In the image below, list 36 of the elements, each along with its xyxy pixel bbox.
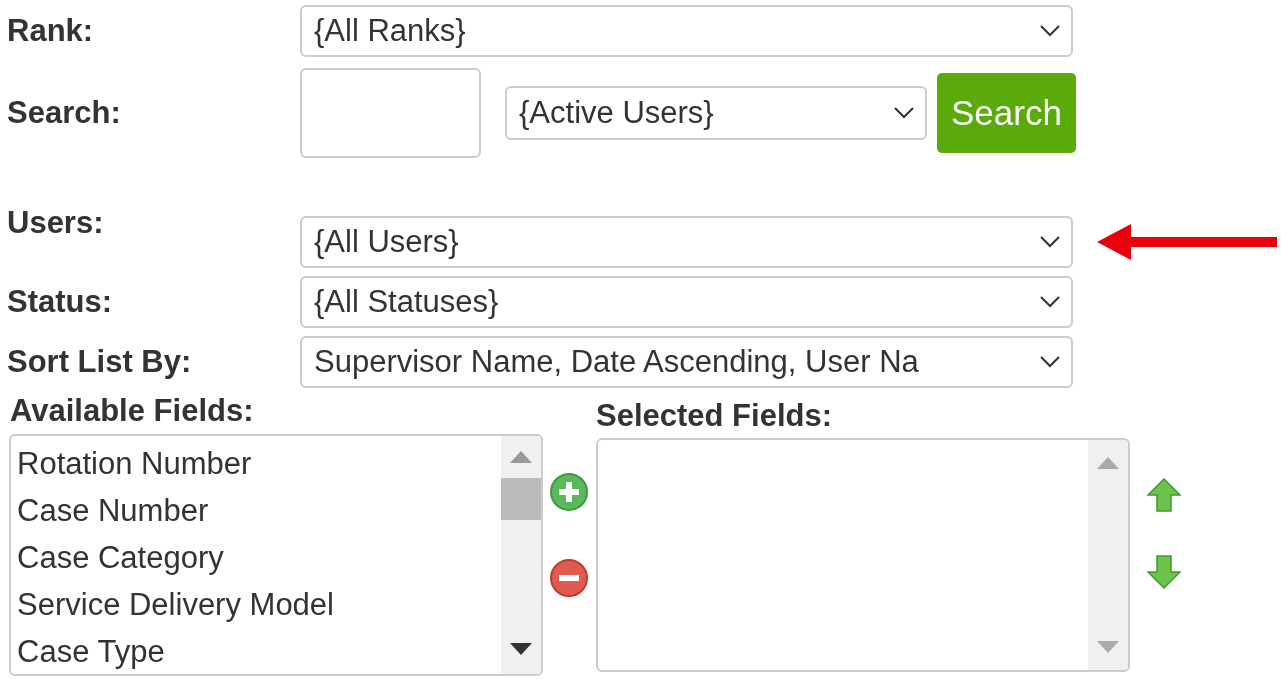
field-label: Rank: [6, 13, 95, 49]
field-label: Status: [6, 284, 114, 320]
chevron-icon [1039, 235, 1061, 249]
list-item[interactable]: Rotation Number [17, 440, 495, 487]
scrollbar[interactable] [501, 436, 541, 674]
list-item[interactable]: Case Category [17, 534, 495, 581]
chevron-icon [1039, 295, 1061, 309]
field-label: Selected Fields: [596, 398, 833, 433]
scroll-up-icon[interactable] [1096, 456, 1120, 470]
sort-select[interactable]: Supervisor Name, Date Ascending, User Na [300, 336, 1073, 388]
chevron-icon [1039, 24, 1061, 38]
selected-fields-list[interactable] [596, 438, 1130, 672]
users-select[interactable]: {All Users} [300, 216, 1073, 268]
chevron-icon [1039, 355, 1061, 369]
remove-icon[interactable] [549, 558, 589, 598]
available-fields-list[interactable]: Rotation Number Case Number Case Category Service Delivery Model Case Type [9, 434, 543, 676]
chevron-icon [893, 106, 915, 120]
field-label: Users: [6, 205, 105, 241]
add-icon[interactable] [549, 472, 589, 512]
list-item[interactable]: Case Number [17, 487, 495, 534]
scrollbar[interactable] [1088, 440, 1128, 670]
scroll-up-icon[interactable] [509, 450, 533, 464]
status-select[interactable]: {All Statuses} [300, 276, 1073, 328]
list-item[interactable]: Service Delivery Model [17, 581, 495, 628]
scrollbar-thumb[interactable] [501, 478, 541, 520]
search-field[interactable] [300, 68, 481, 158]
scope-select[interactable]: {Active Users} [505, 86, 927, 140]
arrow-icon [1097, 222, 1277, 262]
move-down-icon[interactable] [1147, 555, 1181, 589]
rank-select[interactable]: {All Ranks} [300, 5, 1073, 57]
field-label: Search: [6, 95, 122, 131]
field-label: Available Fields: [10, 393, 254, 428]
field-label: Sort List By: [6, 344, 193, 380]
move-up-icon[interactable] [1147, 478, 1181, 512]
list-item[interactable]: Case Type [17, 628, 495, 674]
scroll-down-icon[interactable] [509, 642, 533, 656]
